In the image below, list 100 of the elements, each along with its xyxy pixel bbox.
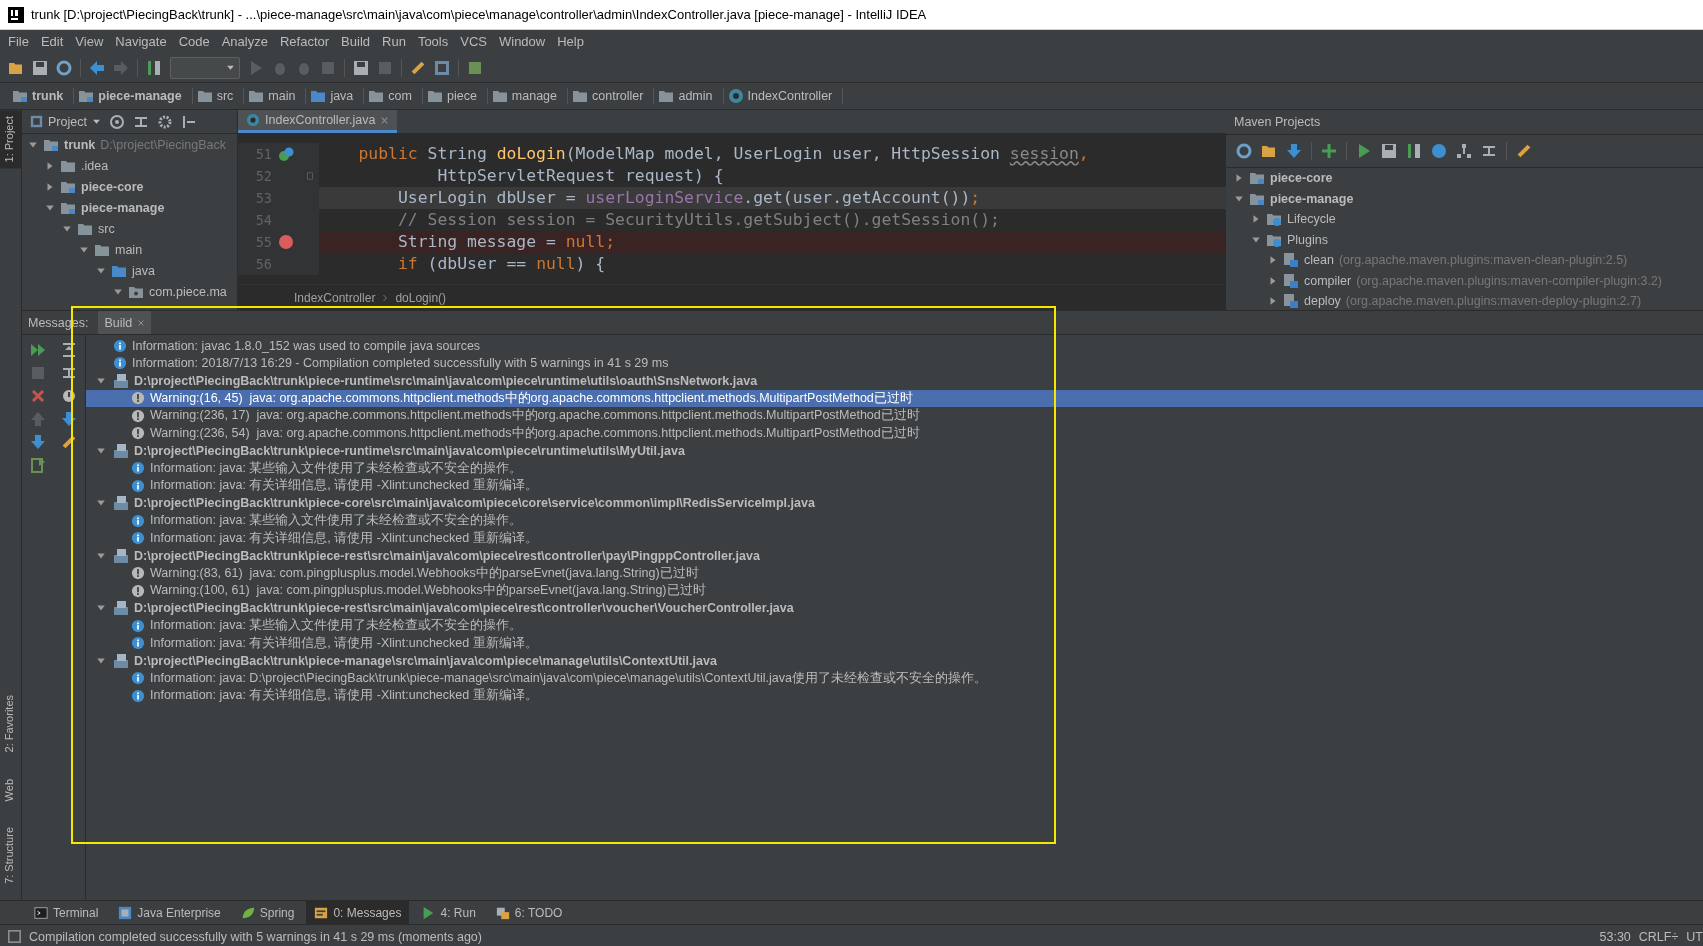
tool-window-tab[interactable]: 7: Structure <box>0 821 21 890</box>
expand-arrow-icon[interactable] <box>1268 296 1278 307</box>
editor-tab[interactable]: IndexController.java <box>238 110 398 133</box>
message-row[interactable]: Information: java: 有关详细信息, 请使用 -Xlint:unchecked 重新编译。 <box>86 687 1703 705</box>
run-icon[interactable] <box>1356 143 1372 159</box>
message-row[interactable]: Information: java: 某些输入文件使用了未经检查或不安全的操作。 <box>86 459 1703 477</box>
breadcrumb-item[interactable]: doLogin() <box>395 290 447 305</box>
rerun-icon[interactable] <box>29 341 46 358</box>
panel-toggle-icon[interactable] <box>8 930 21 943</box>
message-row[interactable]: D:\project\PiecingBack\trunk\piece-core\src\main\java\com\piece\core\service\common\impl\RedisServiceImpl.java <box>86 494 1703 512</box>
breadcrumb-item[interactable]: admin <box>654 88 724 104</box>
breadcrumb-item[interactable]: controller <box>568 88 655 104</box>
expand-arrow-icon[interactable] <box>1251 214 1261 225</box>
expand-all-icon[interactable] <box>61 341 78 358</box>
locate-icon[interactable] <box>108 113 125 130</box>
download-icon[interactable] <box>1286 143 1302 159</box>
expand-arrow-icon[interactable] <box>45 181 55 192</box>
message-row[interactable]: Information: java: 某些输入文件使用了未经检查或不安全的操作。 <box>86 512 1703 530</box>
message-row[interactable]: Information: javac 1.8.0_152 was used to compile java sources <box>86 337 1703 355</box>
close-icon[interactable] <box>380 115 390 125</box>
tree-item[interactable]: main <box>22 239 237 260</box>
tree-item[interactable]: clean (org.apache.maven.plugins:maven-clean-plugin:2.5) <box>1226 250 1703 271</box>
message-row[interactable]: Information: java: 有关详细信息, 请使用 -Xlint:unchecked 重新编译。 <box>86 477 1703 495</box>
breadcrumb-item[interactable]: main <box>244 88 307 104</box>
message-row[interactable]: Information: java: 某些输入文件使用了未经检查或不安全的操作。 <box>86 617 1703 635</box>
expand-arrow-icon[interactable] <box>1268 255 1278 266</box>
hide-icon[interactable] <box>180 113 197 130</box>
line-separator[interactable]: CRLF÷ <box>1638 929 1679 944</box>
collapse-all-icon[interactable] <box>1481 143 1497 159</box>
tool-window-tab[interactable]: Spring <box>232 901 303 924</box>
tool-window-tab[interactable]: 0: Messages <box>306 901 410 924</box>
tool-window-tab[interactable]: 4: Run <box>413 901 484 924</box>
breadcrumb-item[interactable]: piece-manage <box>74 88 193 104</box>
message-row[interactable]: Warning:(83, 61) java: com.pingplusplus.model.Webhooks中的parseEvnet(java.lang.String)已过时 <box>86 564 1703 582</box>
add-icon[interactable] <box>1321 143 1337 159</box>
breadcrumb-item[interactable]: src <box>192 88 245 104</box>
file-encoding[interactable]: UT <box>1686 929 1703 944</box>
tree-item[interactable]: .idea <box>22 155 237 176</box>
menu-item[interactable]: Build <box>335 34 376 49</box>
close-icon[interactable] <box>29 387 46 404</box>
tree-item[interactable]: compiler (org.apache.maven.plugins:maven-compiler-plugin:3.2) <box>1226 270 1703 291</box>
message-row[interactable]: Information: java: 有关详细信息, 请使用 -Xlint:unchecked 重新编译。 <box>86 634 1703 652</box>
breadcrumb-item[interactable]: com <box>364 88 423 104</box>
tree-item[interactable]: piece-core <box>22 176 237 197</box>
menu-item[interactable]: File <box>2 34 35 49</box>
message-row[interactable]: D:\project\PiecingBack\trunk\piece-runtime\src\main\java\com\piece\runtime\utils\oauth\SnsNetwork.java <box>86 372 1703 390</box>
breakpoint-icon[interactable] <box>278 234 294 250</box>
expand-arrow-icon[interactable] <box>1234 173 1244 184</box>
tool-window-tab[interactable]: 2: Favorites <box>0 689 21 759</box>
breadcrumb-item[interactable]: IndexController <box>294 290 376 305</box>
breadcrumb-item[interactable]: trunk <box>8 88 75 104</box>
menu-item[interactable]: Refactor <box>273 34 336 49</box>
message-row[interactable]: Warning:(236, 17) java: org.apache.commons.httpclient.methods中的org.apache.commons.httpclient.methods.MultipartPostMethod已过时 <box>86 407 1703 425</box>
message-row[interactable]: Information: java: D:\project\PiecingBack\trunk\piece-manage\src\main\java\com\piece\manage\utils\ContextUtil.java使用了未经检查或不安全的操作。 <box>86 669 1703 687</box>
expand-arrow-icon[interactable] <box>1268 275 1278 286</box>
breadcrumb-item[interactable]: java <box>306 88 365 104</box>
menu-item[interactable]: Code <box>172 34 216 49</box>
back-arrow-icon[interactable] <box>89 59 105 76</box>
view-selector[interactable]: Project <box>30 114 101 129</box>
tree-item[interactable]: src <box>22 218 237 239</box>
save-icon[interactable] <box>32 59 48 76</box>
tree-item[interactable]: deploy (org.apache.maven.plugins:maven-deploy-plugin:2.7) <box>1226 291 1703 310</box>
message-row[interactable]: Information: java: 有关详细信息, 请使用 -Xlint:unchecked 重新编译。 <box>86 529 1703 547</box>
tree-item[interactable]: com.piece.ma <box>22 281 237 302</box>
tool-window-tab[interactable]: 1: Project <box>0 110 21 169</box>
message-row[interactable]: D:\project\PiecingBack\trunk\piece-rest\src\main\java\com\piece\rest\controller\voucher\VoucherController.java <box>86 599 1703 617</box>
tree-item[interactable]: trunk D:\project\PiecingBack <box>22 134 237 155</box>
message-row[interactable]: Information: 2018/7/13 16:29 - Compilation completed successfully with 5 warnings in 41 s 29 ms <box>86 354 1703 372</box>
menu-item[interactable]: Window <box>492 34 552 49</box>
tool-window-tab[interactable]: Terminal <box>26 901 107 924</box>
close-icon[interactable] <box>137 318 146 327</box>
breadcrumb-item[interactable]: piece <box>422 88 488 104</box>
message-row[interactable]: Warning:(100, 61) java: com.pingplusplus.model.Webhooks中的parseEvnet(java.lang.String)已过时 <box>86 582 1703 600</box>
caret-position[interactable]: 53:30 <box>1599 929 1631 944</box>
menu-item[interactable]: VCS <box>454 34 493 49</box>
tree-item[interactable]: piece-manage <box>22 197 237 218</box>
warning-filter-icon[interactable] <box>61 387 78 404</box>
tree-item[interactable]: java <box>22 260 237 281</box>
menu-item[interactable]: Edit <box>34 34 70 49</box>
tree-item[interactable]: Lifecycle <box>1226 209 1703 230</box>
tree-item[interactable]: piece-core <box>1226 168 1703 189</box>
tree-item[interactable]: piece-manage <box>1226 188 1703 209</box>
breadcrumb-item[interactable]: manage <box>487 88 569 104</box>
message-row[interactable]: D:\project\PiecingBack\trunk\piece-manage\src\main\java\com\piece\manage\utils\ContextUtil.java <box>86 652 1703 670</box>
menu-item[interactable]: Navigate <box>109 34 173 49</box>
menu-item[interactable]: Run <box>376 34 412 49</box>
expand-arrow-icon[interactable] <box>45 160 55 171</box>
tool-window-tab[interactable]: Java Enterprise <box>110 901 229 924</box>
tool-window-tab[interactable]: Web <box>0 772 21 808</box>
tree-item[interactable]: Plugins <box>1226 229 1703 250</box>
tool-window-tab[interactable]: 6: TODO <box>487 901 571 924</box>
message-row[interactable]: D:\project\PiecingBack\trunk\piece-rest\src\main\java\com\piece\rest\controller\pay\PingppController.java <box>86 547 1703 565</box>
dependencies-icon[interactable] <box>1456 143 1472 159</box>
menu-item[interactable]: Analyze <box>215 34 274 49</box>
message-row[interactable]: D:\project\PiecingBack\trunk\piece-runtime\src\main\java\com\piece\runtime\utils\MyUtil.java <box>86 442 1703 460</box>
override-icon[interactable] <box>278 146 294 162</box>
panel-tab[interactable]: Build <box>98 311 152 334</box>
message-row[interactable]: Warning:(236, 54) java: org.apache.commons.httpclient.methods中的org.apache.commons.httpclient.methods.MultipartPostMethod已过时 <box>86 424 1703 442</box>
menu-item[interactable]: Tools <box>411 34 455 49</box>
menu-item[interactable]: View <box>69 34 110 49</box>
